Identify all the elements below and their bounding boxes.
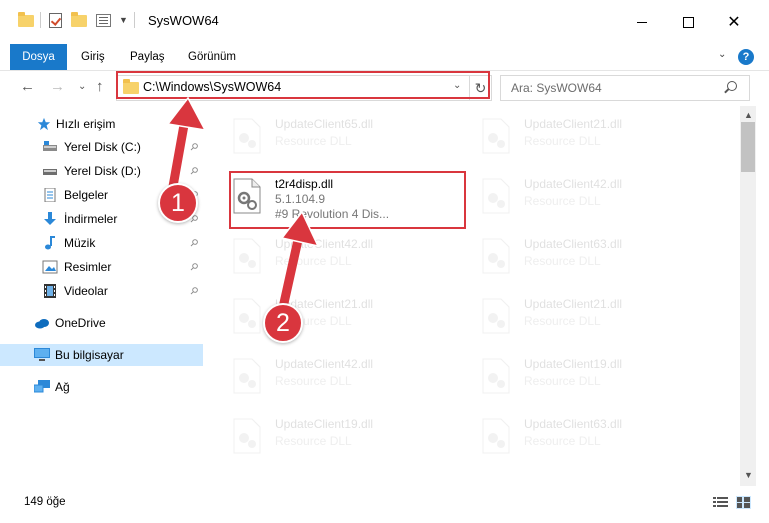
- explorer-window: ▼ SysWOW64 ✕ Dosya Giriş Paylaş Görünüm …: [0, 0, 769, 523]
- callout-arrows: [166, 96, 320, 317]
- step-1-callout: 1: [158, 183, 198, 223]
- step-2-callout: 2: [263, 303, 303, 343]
